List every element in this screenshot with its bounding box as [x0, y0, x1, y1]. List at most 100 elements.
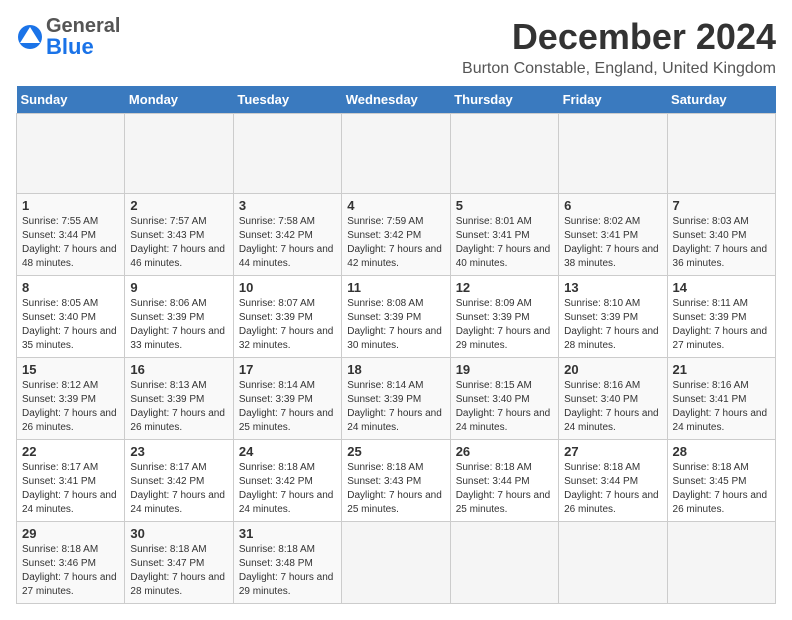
day-info: Sunrise: 8:18 AMSunset: 3:44 PMDaylight:…: [564, 461, 661, 517]
day-number: 21: [673, 362, 770, 377]
calendar-cell: [125, 114, 233, 194]
weekday-header: Friday: [559, 86, 667, 114]
weekday-header: Wednesday: [342, 86, 450, 114]
day-number: 7: [673, 198, 770, 213]
calendar-cell: 4 Sunrise: 7:59 AMSunset: 3:42 PMDayligh…: [342, 194, 450, 276]
day-number: 31: [239, 526, 336, 541]
day-number: 17: [239, 362, 336, 377]
calendar-cell: [559, 114, 667, 194]
calendar-week-row: 8 Sunrise: 8:05 AMSunset: 3:40 PMDayligh…: [17, 276, 776, 358]
day-info: Sunrise: 8:14 AMSunset: 3:39 PMDaylight:…: [347, 379, 444, 435]
logo-icon: [16, 23, 44, 51]
weekday-header: Sunday: [17, 86, 125, 114]
month-title: December 2024: [462, 16, 776, 58]
calendar-cell: 19 Sunrise: 8:15 AMSunset: 3:40 PMDaylig…: [450, 358, 558, 440]
day-info: Sunrise: 8:18 AMSunset: 3:44 PMDaylight:…: [456, 461, 553, 517]
day-info: Sunrise: 7:58 AMSunset: 3:42 PMDaylight:…: [239, 215, 336, 271]
day-info: Sunrise: 8:09 AMSunset: 3:39 PMDaylight:…: [456, 297, 553, 353]
day-number: 30: [130, 526, 227, 541]
calendar-cell: 2 Sunrise: 7:57 AMSunset: 3:43 PMDayligh…: [125, 194, 233, 276]
day-info: Sunrise: 8:16 AMSunset: 3:40 PMDaylight:…: [564, 379, 661, 435]
calendar-cell: 8 Sunrise: 8:05 AMSunset: 3:40 PMDayligh…: [17, 276, 125, 358]
day-info: Sunrise: 8:07 AMSunset: 3:39 PMDaylight:…: [239, 297, 336, 353]
day-info: Sunrise: 8:18 AMSunset: 3:43 PMDaylight:…: [347, 461, 444, 517]
calendar-cell: 6 Sunrise: 8:02 AMSunset: 3:41 PMDayligh…: [559, 194, 667, 276]
calendar-week-row: [17, 114, 776, 194]
day-number: 10: [239, 280, 336, 295]
page-header: General Blue December 2024 Burton Consta…: [16, 16, 776, 78]
calendar-cell: 23 Sunrise: 8:17 AMSunset: 3:42 PMDaylig…: [125, 440, 233, 522]
day-number: 1: [22, 198, 119, 213]
day-number: 27: [564, 444, 661, 459]
calendar-cell: 29 Sunrise: 8:18 AMSunset: 3:46 PMDaylig…: [17, 522, 125, 604]
day-info: Sunrise: 8:16 AMSunset: 3:41 PMDaylight:…: [673, 379, 770, 435]
day-info: Sunrise: 8:13 AMSunset: 3:39 PMDaylight:…: [130, 379, 227, 435]
day-number: 3: [239, 198, 336, 213]
logo: General Blue: [16, 16, 120, 58]
day-number: 29: [22, 526, 119, 541]
day-number: 26: [456, 444, 553, 459]
day-number: 20: [564, 362, 661, 377]
calendar-cell: 7 Sunrise: 8:03 AMSunset: 3:40 PMDayligh…: [667, 194, 775, 276]
calendar-cell: 25 Sunrise: 8:18 AMSunset: 3:43 PMDaylig…: [342, 440, 450, 522]
logo-blue: Blue: [46, 36, 120, 58]
calendar-cell: 15 Sunrise: 8:12 AMSunset: 3:39 PMDaylig…: [17, 358, 125, 440]
day-number: 24: [239, 444, 336, 459]
day-info: Sunrise: 8:18 AMSunset: 3:45 PMDaylight:…: [673, 461, 770, 517]
location-title: Burton Constable, England, United Kingdo…: [462, 60, 776, 78]
day-number: 11: [347, 280, 444, 295]
day-number: 8: [22, 280, 119, 295]
calendar-cell: [17, 114, 125, 194]
day-number: 18: [347, 362, 444, 377]
calendar-cell: 22 Sunrise: 8:17 AMSunset: 3:41 PMDaylig…: [17, 440, 125, 522]
day-info: Sunrise: 7:57 AMSunset: 3:43 PMDaylight:…: [130, 215, 227, 271]
calendar-cell: 17 Sunrise: 8:14 AMSunset: 3:39 PMDaylig…: [233, 358, 341, 440]
logo-general: General: [46, 16, 120, 36]
day-number: 9: [130, 280, 227, 295]
calendar-cell: [342, 522, 450, 604]
calendar-cell: 21 Sunrise: 8:16 AMSunset: 3:41 PMDaylig…: [667, 358, 775, 440]
day-number: 19: [456, 362, 553, 377]
day-info: Sunrise: 8:18 AMSunset: 3:46 PMDaylight:…: [22, 543, 119, 599]
day-info: Sunrise: 8:18 AMSunset: 3:48 PMDaylight:…: [239, 543, 336, 599]
day-number: 5: [456, 198, 553, 213]
weekday-header: Thursday: [450, 86, 558, 114]
day-info: Sunrise: 7:55 AMSunset: 3:44 PMDaylight:…: [22, 215, 119, 271]
calendar-cell: 12 Sunrise: 8:09 AMSunset: 3:39 PMDaylig…: [450, 276, 558, 358]
day-info: Sunrise: 8:17 AMSunset: 3:42 PMDaylight:…: [130, 461, 227, 517]
calendar-cell: 24 Sunrise: 8:18 AMSunset: 3:42 PMDaylig…: [233, 440, 341, 522]
calendar-cell: 13 Sunrise: 8:10 AMSunset: 3:39 PMDaylig…: [559, 276, 667, 358]
day-info: Sunrise: 8:02 AMSunset: 3:41 PMDaylight:…: [564, 215, 661, 271]
day-info: Sunrise: 8:08 AMSunset: 3:39 PMDaylight:…: [347, 297, 444, 353]
calendar-cell: 3 Sunrise: 7:58 AMSunset: 3:42 PMDayligh…: [233, 194, 341, 276]
day-number: 2: [130, 198, 227, 213]
calendar-header-row: SundayMondayTuesdayWednesdayThursdayFrid…: [17, 86, 776, 114]
day-number: 14: [673, 280, 770, 295]
calendar-cell: 28 Sunrise: 8:18 AMSunset: 3:45 PMDaylig…: [667, 440, 775, 522]
day-info: Sunrise: 8:17 AMSunset: 3:41 PMDaylight:…: [22, 461, 119, 517]
calendar-cell: 5 Sunrise: 8:01 AMSunset: 3:41 PMDayligh…: [450, 194, 558, 276]
day-info: Sunrise: 8:14 AMSunset: 3:39 PMDaylight:…: [239, 379, 336, 435]
calendar-cell: [450, 114, 558, 194]
calendar-cell: 26 Sunrise: 8:18 AMSunset: 3:44 PMDaylig…: [450, 440, 558, 522]
day-number: 22: [22, 444, 119, 459]
calendar-cell: 30 Sunrise: 8:18 AMSunset: 3:47 PMDaylig…: [125, 522, 233, 604]
day-info: Sunrise: 8:12 AMSunset: 3:39 PMDaylight:…: [22, 379, 119, 435]
calendar-cell: [559, 522, 667, 604]
calendar-cell: [342, 114, 450, 194]
day-info: Sunrise: 8:03 AMSunset: 3:40 PMDaylight:…: [673, 215, 770, 271]
calendar-cell: [450, 522, 558, 604]
day-number: 16: [130, 362, 227, 377]
day-number: 15: [22, 362, 119, 377]
calendar-cell: 9 Sunrise: 8:06 AMSunset: 3:39 PMDayligh…: [125, 276, 233, 358]
day-info: Sunrise: 8:06 AMSunset: 3:39 PMDaylight:…: [130, 297, 227, 353]
day-info: Sunrise: 8:18 AMSunset: 3:42 PMDaylight:…: [239, 461, 336, 517]
day-number: 6: [564, 198, 661, 213]
calendar-week-row: 22 Sunrise: 8:17 AMSunset: 3:41 PMDaylig…: [17, 440, 776, 522]
calendar-cell: 14 Sunrise: 8:11 AMSunset: 3:39 PMDaylig…: [667, 276, 775, 358]
calendar-cell: 20 Sunrise: 8:16 AMSunset: 3:40 PMDaylig…: [559, 358, 667, 440]
calendar-cell: 11 Sunrise: 8:08 AMSunset: 3:39 PMDaylig…: [342, 276, 450, 358]
day-info: Sunrise: 8:10 AMSunset: 3:39 PMDaylight:…: [564, 297, 661, 353]
day-info: Sunrise: 8:05 AMSunset: 3:40 PMDaylight:…: [22, 297, 119, 353]
calendar-cell: 18 Sunrise: 8:14 AMSunset: 3:39 PMDaylig…: [342, 358, 450, 440]
